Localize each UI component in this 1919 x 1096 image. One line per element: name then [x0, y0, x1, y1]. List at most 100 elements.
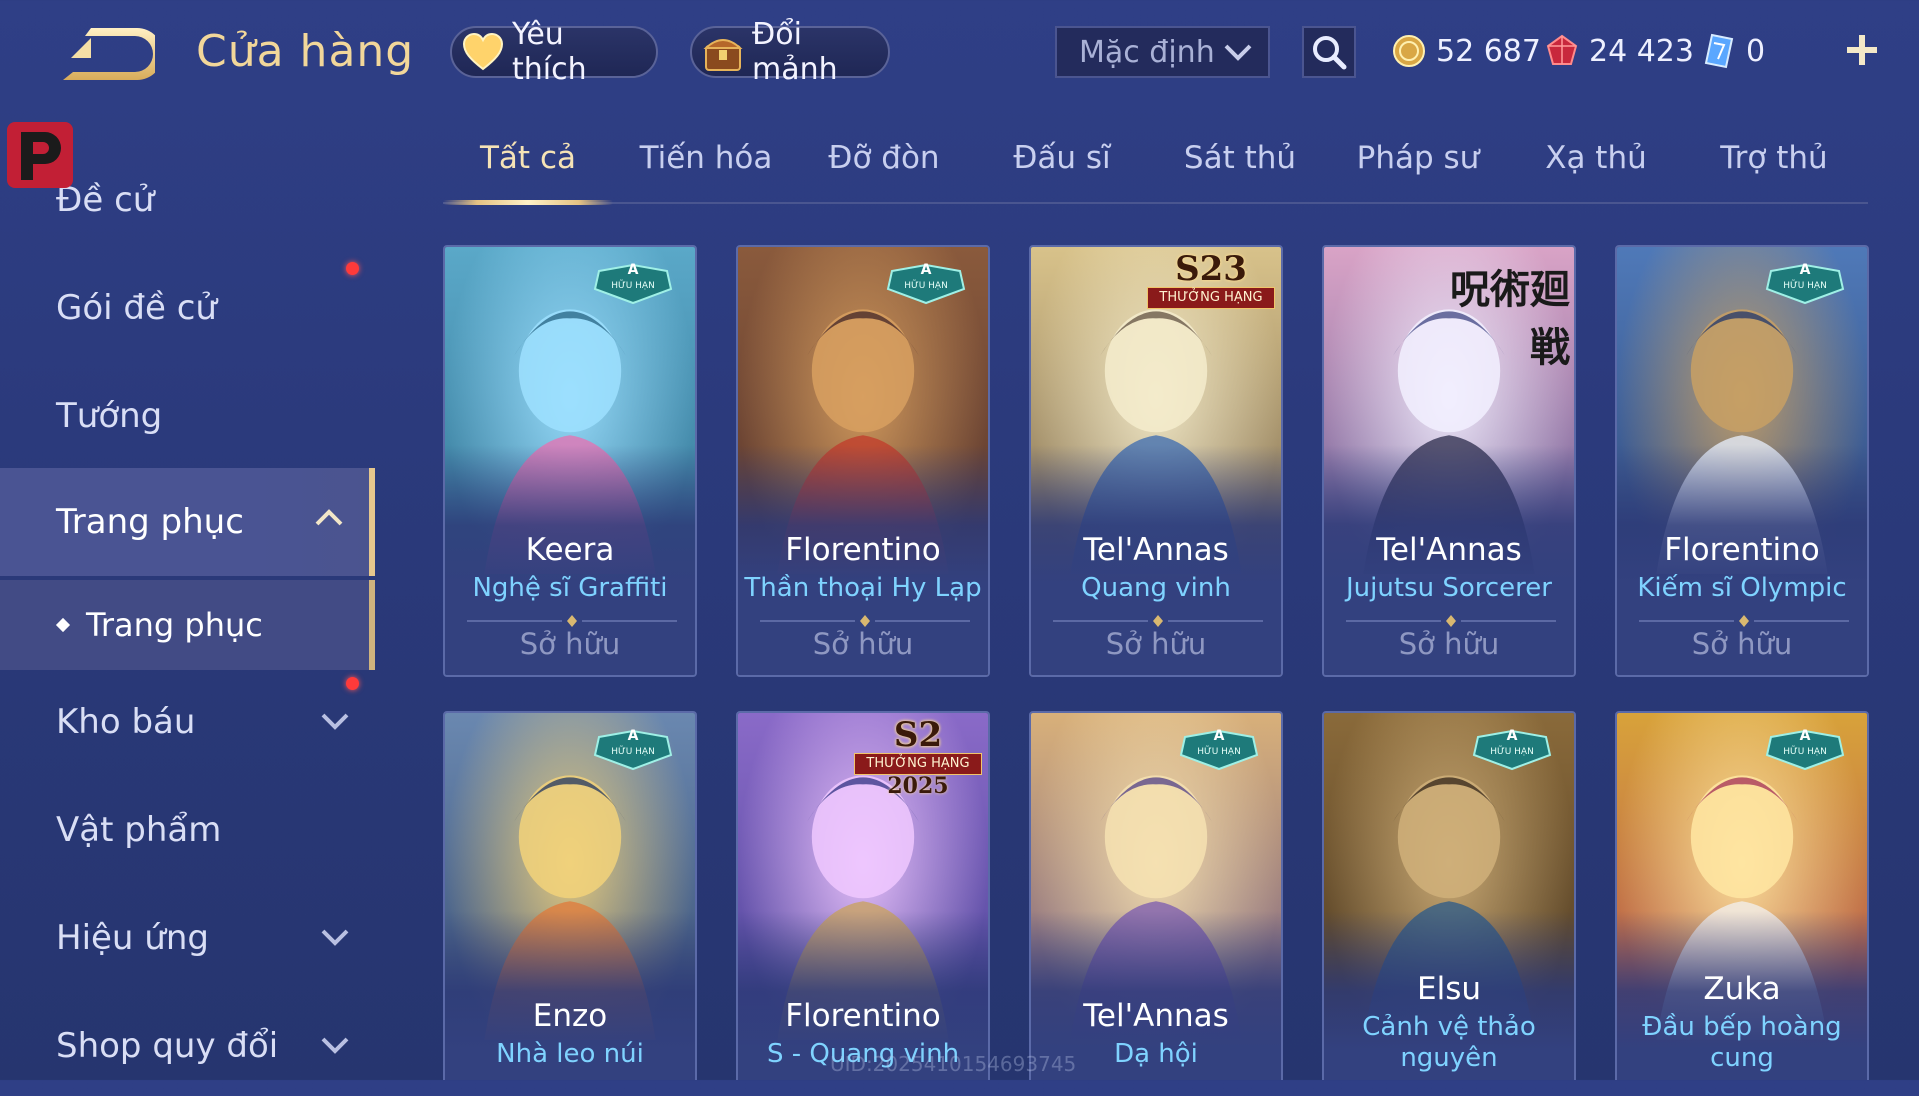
skin-card[interactable]: A HỮU HẠN Elsu Cảnh vệ thảo nguyên: [1322, 711, 1576, 1080]
skin-card[interactable]: A HỮU HẠN Florentino Thần thoại Hy Lạp Sở hữ…: [736, 245, 990, 677]
limited-grade: A: [1799, 262, 1811, 278]
back-button[interactable]: [55, 28, 163, 88]
tab-label: Trợ thủ: [1720, 140, 1828, 176]
sidebar-item-items[interactable]: Vật phẩm: [0, 780, 375, 880]
notification-dot: [346, 262, 359, 275]
limited-grade: A: [1799, 728, 1811, 744]
exchange-label: Đổi mảnh: [752, 17, 838, 87]
chevron-up-icon: [315, 509, 343, 526]
season-rank-badge: S23 THƯỞNG HẠNG: [1141, 249, 1281, 325]
skin-card[interactable]: A HỮU HẠN Enzo Nhà leo núi: [443, 711, 697, 1080]
notification-dot: [346, 677, 359, 690]
season-text: THƯỞNG HẠNG: [1147, 287, 1275, 309]
card-divider: [760, 612, 970, 627]
chevron-down-icon: [321, 1037, 349, 1054]
voucher-balance: 0: [1702, 28, 1765, 74]
sidebar-item-heroes[interactable]: Tướng: [0, 366, 375, 466]
top-up-button[interactable]: [1840, 28, 1884, 72]
limited-badge: A HỮU HẠN: [886, 262, 966, 305]
skin-card[interactable]: A HỮU HẠN Tel'Annas Dạ hội: [1029, 711, 1283, 1080]
sidebar-item-skins[interactable]: Trang phục: [0, 468, 375, 576]
sort-dropdown[interactable]: Mặc định: [1055, 26, 1270, 78]
skin-name: Cảnh vệ thảo nguyên: [1362, 1012, 1536, 1073]
skin-card[interactable]: A HỮU HẠN Florentino Kiếm sĩ Olympic Sở hữu: [1615, 245, 1869, 677]
gold-balance: 52 687: [1392, 28, 1541, 74]
sidebar-item-exchange-shop[interactable]: Shop quy đổi: [0, 996, 375, 1096]
tab-label: Sát thủ: [1183, 140, 1297, 176]
hero-name: Florentino: [1664, 532, 1820, 568]
limited-text: HỮU HẠN: [611, 747, 655, 757]
chevron-down-icon: [321, 713, 349, 730]
skin-card[interactable]: A HỮU HẠN Zuka Đầu bếp hoàng cung: [1615, 711, 1869, 1080]
season-year: 2025: [887, 773, 949, 799]
sidebar-item-treasure[interactable]: Kho báu: [0, 672, 375, 772]
ownership-status: Sở hữu: [812, 627, 914, 661]
role-tabs: Tất cả Tiến hóa Đỡ đòn Đấu sĩ Sát thủ Ph…: [443, 140, 1868, 205]
season-rank-badge: S2 THƯỞNG HẠNG 2025: [848, 715, 988, 799]
tab-fighter[interactable]: Đấu sĩ: [977, 140, 1147, 202]
collab-logo: 呪術廻戦: [1450, 266, 1570, 371]
category-sidebar: Đề cử Gói đề cử Tướng Trang phục Trang p…: [0, 150, 375, 1080]
skin-card[interactable]: S23 THƯỞNG HẠNG Tel'Annas Quang vinh Sở hữu: [1029, 245, 1283, 677]
limited-badge: A HỮU HẠN: [593, 728, 673, 771]
card-divider: [1053, 612, 1263, 627]
hero-name: Enzo: [532, 998, 608, 1034]
sidebar-item-label: Kho báu: [56, 702, 196, 742]
ownership-status: Sở hữu: [1105, 627, 1207, 661]
app-logo: [5, 120, 75, 190]
skin-name: Đầu bếp hoàng cung: [1642, 1012, 1842, 1073]
limited-badge: A HỮU HẠN: [1179, 728, 1259, 771]
top-bar: Cửa hàng Yêu thích Đổi mảnh Mặc định 52 …: [0, 0, 1919, 110]
plus-icon: [1847, 35, 1877, 65]
limited-text: HỮU HẠN: [1783, 747, 1827, 757]
skin-card[interactable]: A HỮU HẠN Keera Nghệ sĩ Graffiti Sở hữu: [443, 245, 697, 677]
exchange-shards-button[interactable]: Đổi mảnh: [690, 17, 890, 87]
sidebar-subitem-skins[interactable]: Trang phục: [0, 580, 375, 670]
limited-badge: A HỮU HẠN: [1765, 728, 1845, 771]
skin-card[interactable]: S2 THƯỞNG HẠNG 2025 Florentino S - Quang vin…: [736, 711, 990, 1080]
tab-evolution[interactable]: Tiến hóa: [621, 140, 791, 202]
uid-watermark: UID:2025410154693745: [830, 1052, 1077, 1076]
hero-name: Florentino: [785, 998, 941, 1034]
limited-grade: A: [627, 728, 639, 744]
search-button[interactable]: [1302, 26, 1356, 78]
sidebar-item-label: Tướng: [56, 396, 163, 436]
skin-name: Quang vinh: [1081, 573, 1231, 603]
tab-tank[interactable]: Đỡ đòn: [799, 140, 969, 202]
sidebar-item-effects[interactable]: Hiệu ứng: [0, 888, 375, 988]
limited-grade: A: [1213, 728, 1225, 744]
tab-all[interactable]: Tất cả: [443, 140, 613, 205]
ownership-status: Sở hữu: [1691, 627, 1793, 661]
tab-mage[interactable]: Pháp sư: [1333, 140, 1503, 202]
tab-label: Pháp sư: [1356, 140, 1480, 176]
ownership-status: Sở hữu: [1398, 627, 1500, 661]
hero-name: Keera: [525, 532, 615, 568]
hero-name: Zuka: [1703, 971, 1781, 1007]
voucher-crystal-icon: [1704, 33, 1734, 69]
skin-name: Thần thoại Hy Lạp: [744, 573, 982, 603]
season-text: THƯỞNG HẠNG: [854, 753, 982, 775]
hero-name: Tel'Annas: [1376, 532, 1522, 568]
sidebar-item-bundles[interactable]: Gói đề cử: [0, 258, 375, 358]
skin-name: Kiếm sĩ Olympic: [1637, 573, 1847, 603]
tab-assassin[interactable]: Sát thủ: [1155, 140, 1325, 202]
card-divider: [1639, 612, 1849, 627]
skin-card[interactable]: 呪術廻戦 Tel'Annas Jujutsu Sorcerer Sở hữu: [1322, 245, 1576, 677]
tab-marksman[interactable]: Xạ thủ: [1511, 140, 1681, 202]
hero-name: Elsu: [1417, 971, 1481, 1007]
limited-badge: A HỮU HẠN: [1472, 728, 1552, 771]
season-title: S23: [1175, 249, 1247, 289]
season-title: S2: [893, 715, 943, 755]
tab-support[interactable]: Trợ thủ: [1689, 140, 1859, 202]
favorites-button[interactable]: Yêu thích: [450, 17, 658, 87]
skin-name: Nhà leo núi: [496, 1039, 644, 1069]
limited-text: HỮU HẠN: [1490, 747, 1534, 757]
treasure-chest-icon: [702, 32, 744, 72]
chevron-down-icon: [1224, 44, 1252, 61]
hero-name: Florentino: [785, 532, 941, 568]
heart-icon: [462, 32, 504, 72]
back-arrow-icon: [63, 28, 163, 80]
limited-text: HỮU HẠN: [1783, 281, 1827, 291]
tab-label: Đấu sĩ: [1013, 140, 1111, 176]
limited-badge: A HỮU HẠN: [1765, 262, 1845, 305]
